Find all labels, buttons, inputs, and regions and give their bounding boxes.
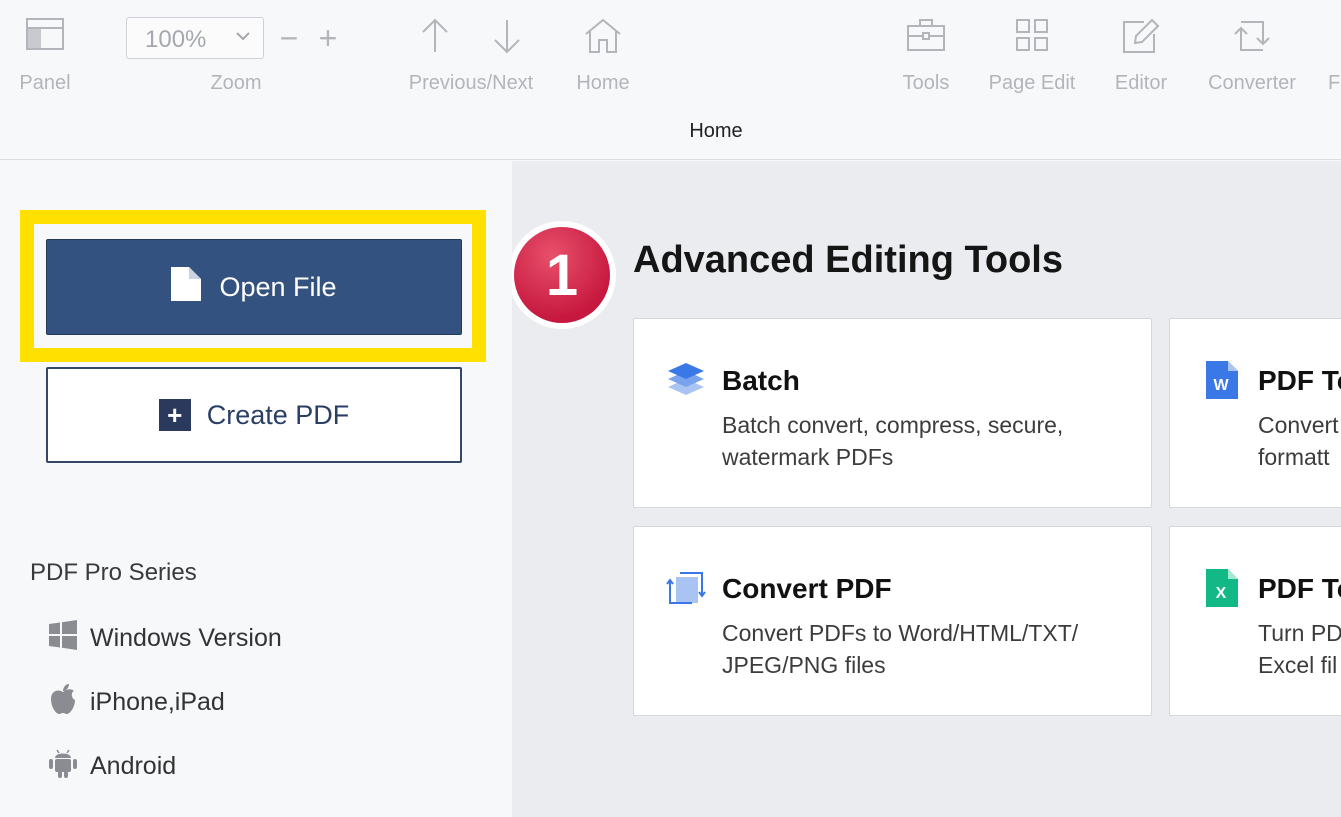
windows-icon — [48, 619, 78, 657]
edit-icon — [1122, 18, 1160, 59]
series-item-iphone-ipad[interactable]: iPhone,iPad — [48, 683, 225, 722]
series-item-label: Android — [90, 751, 177, 780]
grid-icon — [1015, 18, 1049, 57]
card-batch[interactable]: Batch Batch convert, compress, secure, w… — [633, 318, 1152, 508]
card-description: Batch convert, compress, secure, waterma… — [722, 412, 1064, 470]
toolbox-icon — [906, 18, 946, 57]
panel-icon — [26, 18, 64, 55]
converter-tool[interactable]: Converter — [1196, 0, 1308, 100]
converter-label: Converter — [1208, 72, 1296, 94]
android-icon — [48, 747, 78, 786]
zoom-in-button[interactable]: + — [312, 0, 344, 100]
excel-icon: X — [1206, 569, 1238, 612]
series-title: PDF Pro Series — [30, 559, 197, 586]
editor-label: Editor — [1114, 72, 1168, 94]
card-description: Convert formatt — [1258, 412, 1339, 470]
card-title: Batch — [722, 365, 800, 396]
toolbar: Panel 100% − + Zoom Previous/Next Home T… — [0, 0, 1341, 160]
series-item-android[interactable]: Android — [48, 749, 176, 783]
sidebar: Open File + Create PDF PDF Pro Series Wi… — [0, 161, 512, 817]
cut-off-label: F — [1328, 72, 1341, 94]
plus-icon: + — [318, 20, 338, 56]
card-title: PDF To — [1258, 573, 1341, 604]
card-pdf-to-excel[interactable]: X PDF To Turn PD Excel fil — [1169, 526, 1341, 716]
card-title: Convert PDF — [722, 573, 892, 604]
more-tool[interactable]: F — [1328, 0, 1341, 100]
card-description: Turn PD Excel fil — [1258, 620, 1341, 678]
convert-file-icon — [666, 569, 706, 612]
tools-tool[interactable]: Tools — [892, 0, 960, 100]
card-convert-pdf[interactable]: Convert PDF Convert PDFs to Word/HTML/TX… — [633, 526, 1152, 716]
create-pdf-button[interactable]: + Create PDF — [46, 367, 462, 463]
panel-tool[interactable]: Panel — [4, 0, 86, 100]
previous-next-label: Previous/Next — [408, 72, 534, 94]
panel-label: Panel — [19, 72, 71, 94]
window-title: Home — [689, 120, 743, 142]
editor-tool[interactable]: Editor — [1104, 0, 1178, 100]
previous-next-tool: Previous/Next — [396, 0, 546, 100]
series-item-label: iPhone,iPad — [90, 687, 225, 716]
card-title: PDF To — [1258, 365, 1341, 396]
home-icon — [584, 18, 622, 59]
card-pdf-to-word[interactable]: W PDF To Convert formatt — [1169, 318, 1341, 508]
open-file-button[interactable]: Open File — [46, 239, 462, 335]
zoom-tool: Zoom — [166, 0, 306, 100]
apple-icon — [48, 683, 78, 722]
page-edit-label: Page Edit — [988, 72, 1076, 94]
card-description: Convert PDFs to Word/HTML/TXT/ JPEG/PNG … — [722, 620, 1079, 678]
main-content: 1 Advanced Editing Tools Batch Batch con… — [512, 161, 1341, 817]
zoom-label: Zoom — [210, 72, 262, 94]
svg-text:X: X — [1216, 585, 1227, 602]
series-item-windows[interactable]: Windows Version — [48, 619, 282, 657]
series-item-label: Windows Version — [90, 623, 282, 652]
home-tool[interactable]: Home — [566, 0, 640, 100]
layers-icon — [666, 361, 706, 402]
document-icon — [171, 266, 202, 308]
step-badge: 1 — [512, 221, 616, 329]
svg-text:W: W — [1213, 377, 1229, 394]
page-edit-tool[interactable]: Page Edit — [978, 0, 1086, 100]
plus-icon: + — [158, 399, 191, 431]
arrow-up-icon[interactable] — [420, 18, 450, 59]
create-pdf-label: Create PDF — [206, 399, 350, 430]
open-file-label: Open File — [219, 271, 337, 302]
convert-icon — [1233, 18, 1271, 59]
home-label: Home — [576, 72, 630, 94]
word-icon: W — [1206, 361, 1238, 404]
step-number: 1 — [514, 227, 610, 323]
arrow-down-icon[interactable] — [492, 18, 522, 59]
tools-label: Tools — [902, 72, 950, 94]
section-title: Advanced Editing Tools — [633, 239, 1063, 281]
